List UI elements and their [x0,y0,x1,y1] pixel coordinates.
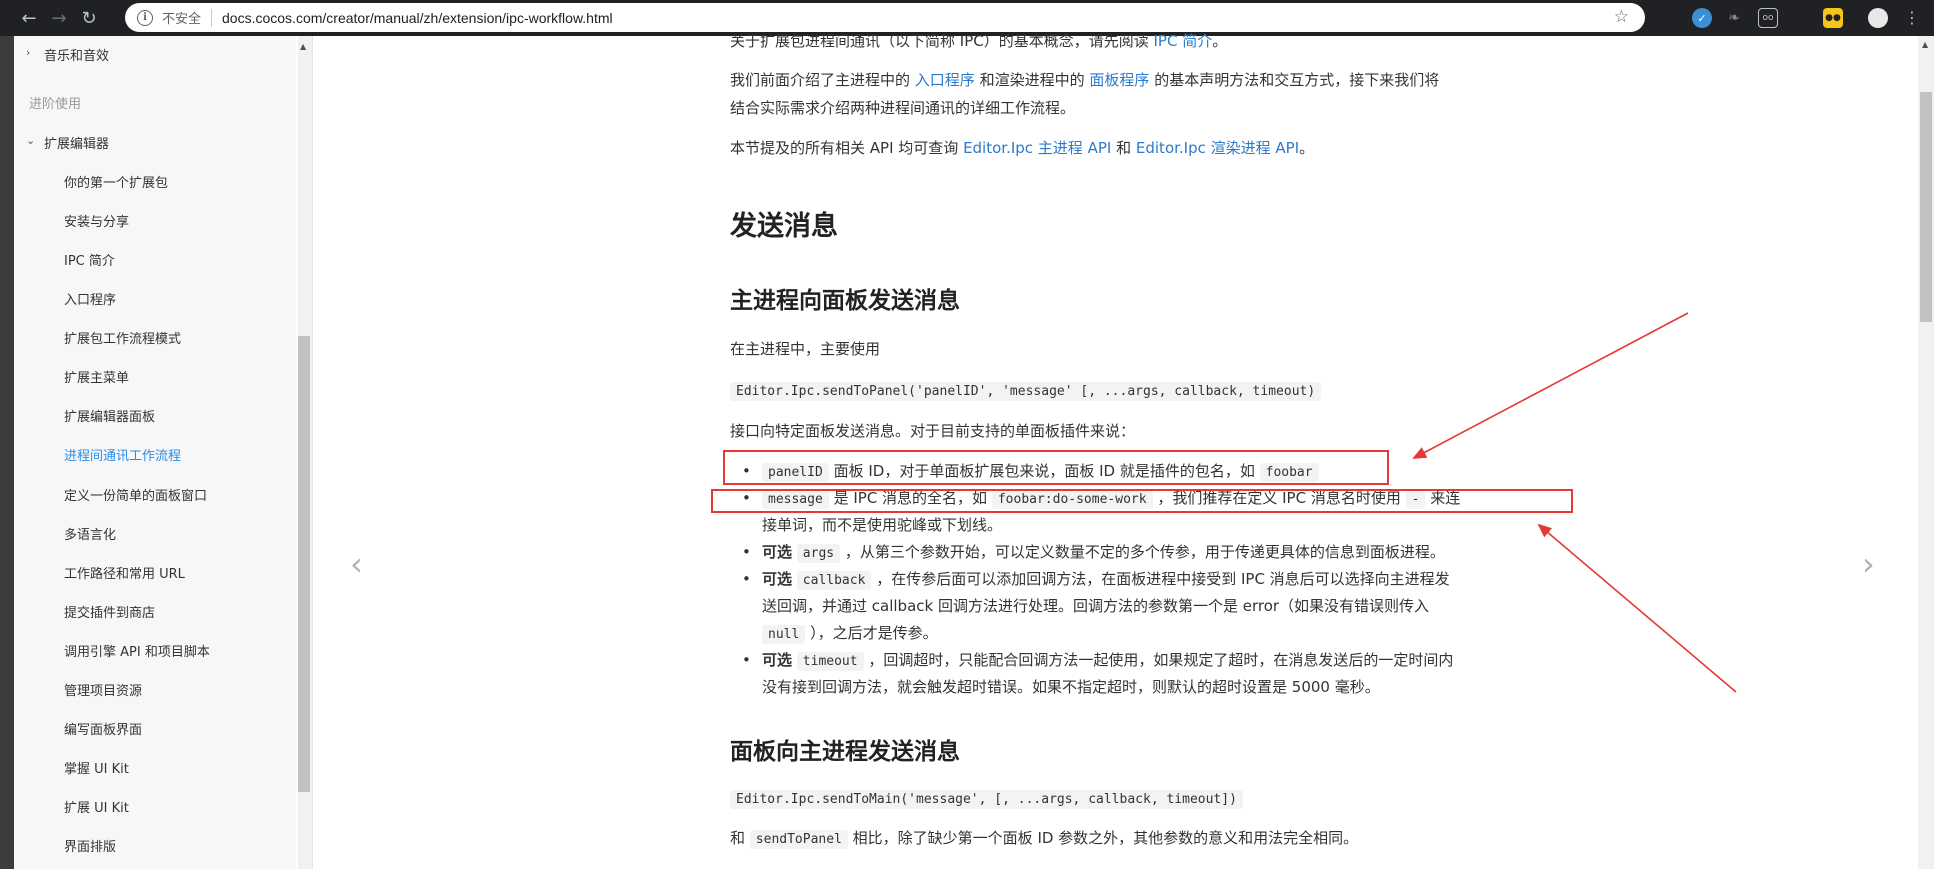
annotation-arrow-lower [1537,523,1737,693]
annotation-arrows [1412,312,1737,693]
annotation-arrow-upper [1412,312,1689,459]
